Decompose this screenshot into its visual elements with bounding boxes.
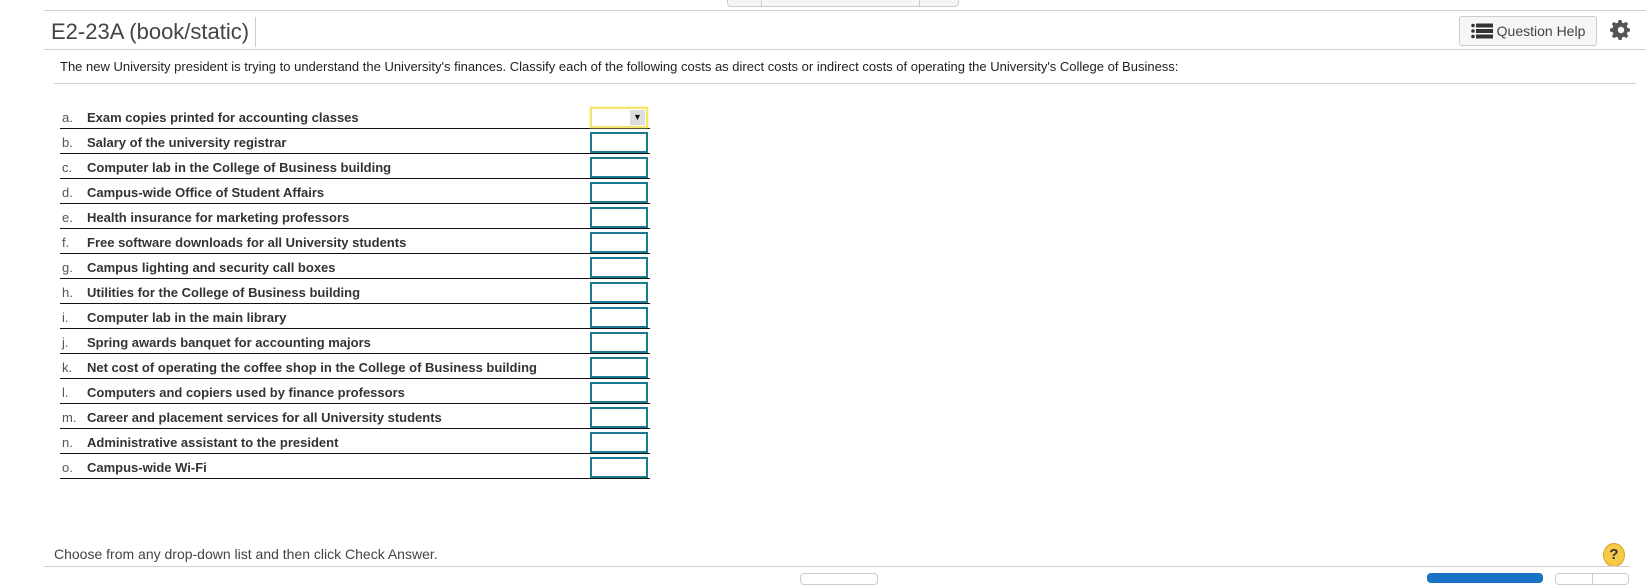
classification-dropdown[interactable]: ▼ [590, 107, 648, 128]
item-letter: j. [62, 335, 69, 350]
item-text: Campus-wide Office of Student Affairs [87, 185, 325, 200]
classification-dropdown[interactable]: ▼ [590, 132, 648, 153]
classification-dropdown[interactable]: ▼ [590, 432, 648, 453]
item-text: Salary of the university registrar [87, 135, 287, 150]
classification-dropdown[interactable]: ▼ [590, 382, 648, 403]
divider [54, 83, 1636, 84]
list-item: b. Salary of the university registrar ▼ [60, 129, 650, 154]
classification-dropdown[interactable]: ▼ [590, 207, 648, 228]
question-prompt: The new University president is trying t… [60, 59, 1179, 74]
item-text: Career and placement services for all Un… [87, 410, 442, 425]
item-letter: a. [62, 110, 73, 125]
list-item: h. Utilities for the College of Business … [60, 279, 650, 304]
bottom-nav-buttons[interactable] [1555, 573, 1629, 585]
item-text: Campus-wide Wi-Fi [87, 460, 207, 475]
question-title: E2-23A (book/static) [51, 17, 257, 47]
item-letter: d. [62, 185, 73, 200]
classification-dropdown[interactable]: ▼ [590, 407, 648, 428]
item-letter: i. [62, 310, 69, 325]
item-text: Administrative assistant to the presiden… [87, 435, 339, 450]
item-letter: m. [62, 410, 77, 425]
item-text: Computer lab in the College of Business … [87, 160, 392, 175]
item-text: Campus lighting and security call boxes [87, 260, 336, 275]
list-item: j. Spring awards banquet for accounting m… [60, 329, 650, 354]
item-text: Exam copies printed for accounting class… [87, 110, 359, 125]
list-item: g. Campus lighting and security call boxe… [60, 254, 650, 279]
item-letter: h. [62, 285, 73, 300]
question-help-button[interactable]: Question Help [1459, 16, 1597, 46]
status-text: Choose from any drop-down list and then … [54, 546, 438, 562]
list-item: i. Computer lab in the main library ▼ [60, 304, 650, 329]
help-icon[interactable]: ? [1603, 543, 1625, 567]
item-text: Net cost of operating the coffee shop in… [87, 360, 537, 375]
list-item: n. Administrative assistant to the presid… [60, 429, 650, 454]
item-letter: b. [62, 135, 73, 150]
list-item: m. Career and placement services for all … [60, 404, 650, 429]
list-item: d. Campus-wide Office of Student Affairs ▼ [60, 179, 650, 204]
classification-dropdown[interactable]: ▼ [590, 457, 648, 478]
gear-icon[interactable] [1609, 18, 1633, 42]
classification-dropdown[interactable]: ▼ [590, 307, 648, 328]
classification-dropdown[interactable]: ▼ [590, 257, 648, 278]
question-header: E2-23A (book/static) Question Help [44, 11, 1646, 49]
check-answer-button[interactable] [1427, 573, 1543, 583]
item-letter: l. [62, 385, 69, 400]
list-item: c. Computer lab in the College of Busines… [60, 154, 650, 179]
item-letter: f. [62, 235, 70, 250]
classification-dropdown[interactable]: ▼ [590, 157, 648, 178]
list-item: o. Campus-wide Wi-Fi ▼ [60, 454, 650, 479]
divider [44, 566, 1630, 567]
item-text: Spring awards banquet for accounting maj… [87, 335, 371, 350]
item-letter: e. [62, 210, 73, 225]
classification-dropdown[interactable]: ▼ [590, 182, 648, 203]
list-item: k. Net cost of operating the coffee shop … [60, 354, 650, 379]
list-item: f. Free software downloads for all Univer… [60, 229, 650, 254]
item-text: Utilities for the College of Business bu… [87, 285, 361, 300]
top-toolbar-tab [727, 0, 959, 7]
item-letter: c. [62, 160, 73, 175]
classification-dropdown[interactable]: ▼ [590, 232, 648, 253]
item-letter: n. [62, 435, 73, 450]
item-text: Free software downloads for all Universi… [87, 235, 407, 250]
chevron-down-icon[interactable]: ▼ [630, 110, 645, 125]
divider [44, 49, 1646, 50]
list-item: a. Exam copies printed for accounting cla… [60, 104, 650, 129]
item-letter: g. [62, 260, 73, 275]
classification-dropdown[interactable]: ▼ [590, 332, 648, 353]
question-help-label: Question Help [1496, 23, 1586, 39]
classification-dropdown[interactable]: ▼ [590, 282, 648, 303]
cost-items-list: a. Exam copies printed for accounting cla… [60, 104, 650, 479]
bottom-button[interactable] [800, 573, 878, 585]
item-letter: k. [62, 360, 73, 375]
item-text: Computer lab in the main library [87, 310, 287, 325]
item-text: Computers and copiers used by finance pr… [87, 385, 405, 400]
classification-dropdown[interactable]: ▼ [590, 357, 648, 378]
item-text: Health insurance for marketing professor… [87, 210, 350, 225]
list-item: l. Computers and copiers used by finance … [60, 379, 650, 404]
list-item: e. Health insurance for marketing profess… [60, 204, 650, 229]
list-icon [1470, 23, 1493, 39]
item-letter: o. [62, 460, 73, 475]
